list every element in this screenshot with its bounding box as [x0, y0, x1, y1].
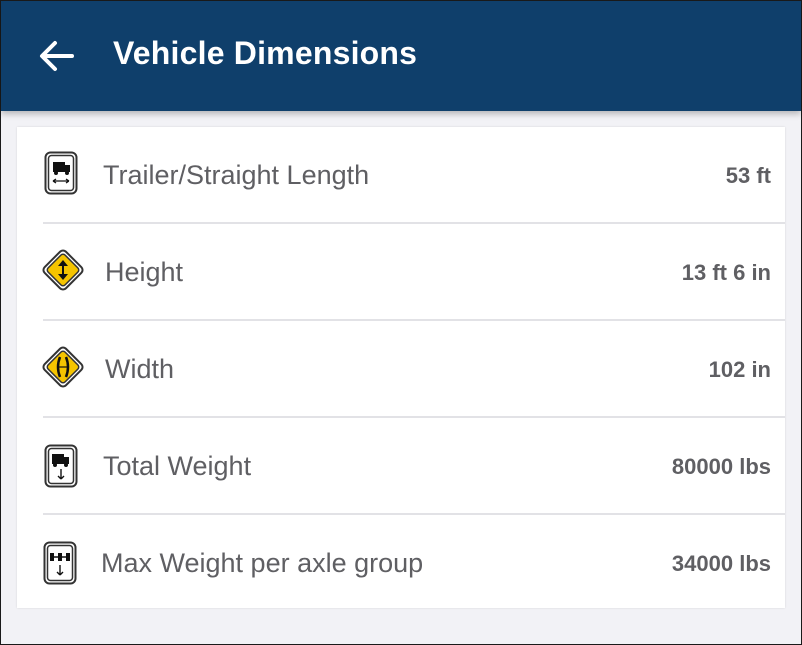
- dimensions-list: Trailer/Straight Length 53 ft Height 13 …: [17, 127, 785, 608]
- dimension-label: Width: [105, 354, 175, 384]
- list-item-trailer-length[interactable]: Trailer/Straight Length 53 ft: [17, 127, 785, 224]
- dimension-value: 53 ft: [725, 163, 771, 188]
- list-item-height[interactable]: Height 13 ft 6 in: [17, 224, 785, 321]
- page-title: Vehicle Dimensions: [113, 35, 418, 71]
- back-button[interactable]: [33, 33, 79, 79]
- dimension-value: 34000 lbs: [671, 551, 771, 576]
- arrow-back-icon: [40, 41, 74, 71]
- truck-weight-sign-icon: [44, 444, 78, 488]
- truck-length-sign-icon: [44, 151, 78, 195]
- list-item-total-weight[interactable]: Total Weight 80000 lbs: [17, 418, 785, 515]
- height-warning-sign-icon: [39, 246, 87, 294]
- app-bar: Vehicle Dimensions: [1, 1, 801, 111]
- dimension-label: Max Weight per axle group: [101, 548, 424, 578]
- dimension-value: 13 ft 6 in: [681, 260, 771, 285]
- list-item-axle-weight[interactable]: Max Weight per axle group 34000 lbs: [17, 515, 785, 612]
- list-item-width[interactable]: Width 102 in: [17, 321, 785, 418]
- axle-weight-sign-icon: [43, 541, 77, 585]
- width-warning-sign-icon: [39, 343, 87, 391]
- dimension-label: Height: [105, 257, 184, 287]
- dimension-value: 80000 lbs: [671, 454, 771, 479]
- dimension-label: Trailer/Straight Length: [103, 160, 370, 190]
- dimension-label: Total Weight: [103, 451, 252, 481]
- dimension-value: 102 in: [708, 357, 771, 382]
